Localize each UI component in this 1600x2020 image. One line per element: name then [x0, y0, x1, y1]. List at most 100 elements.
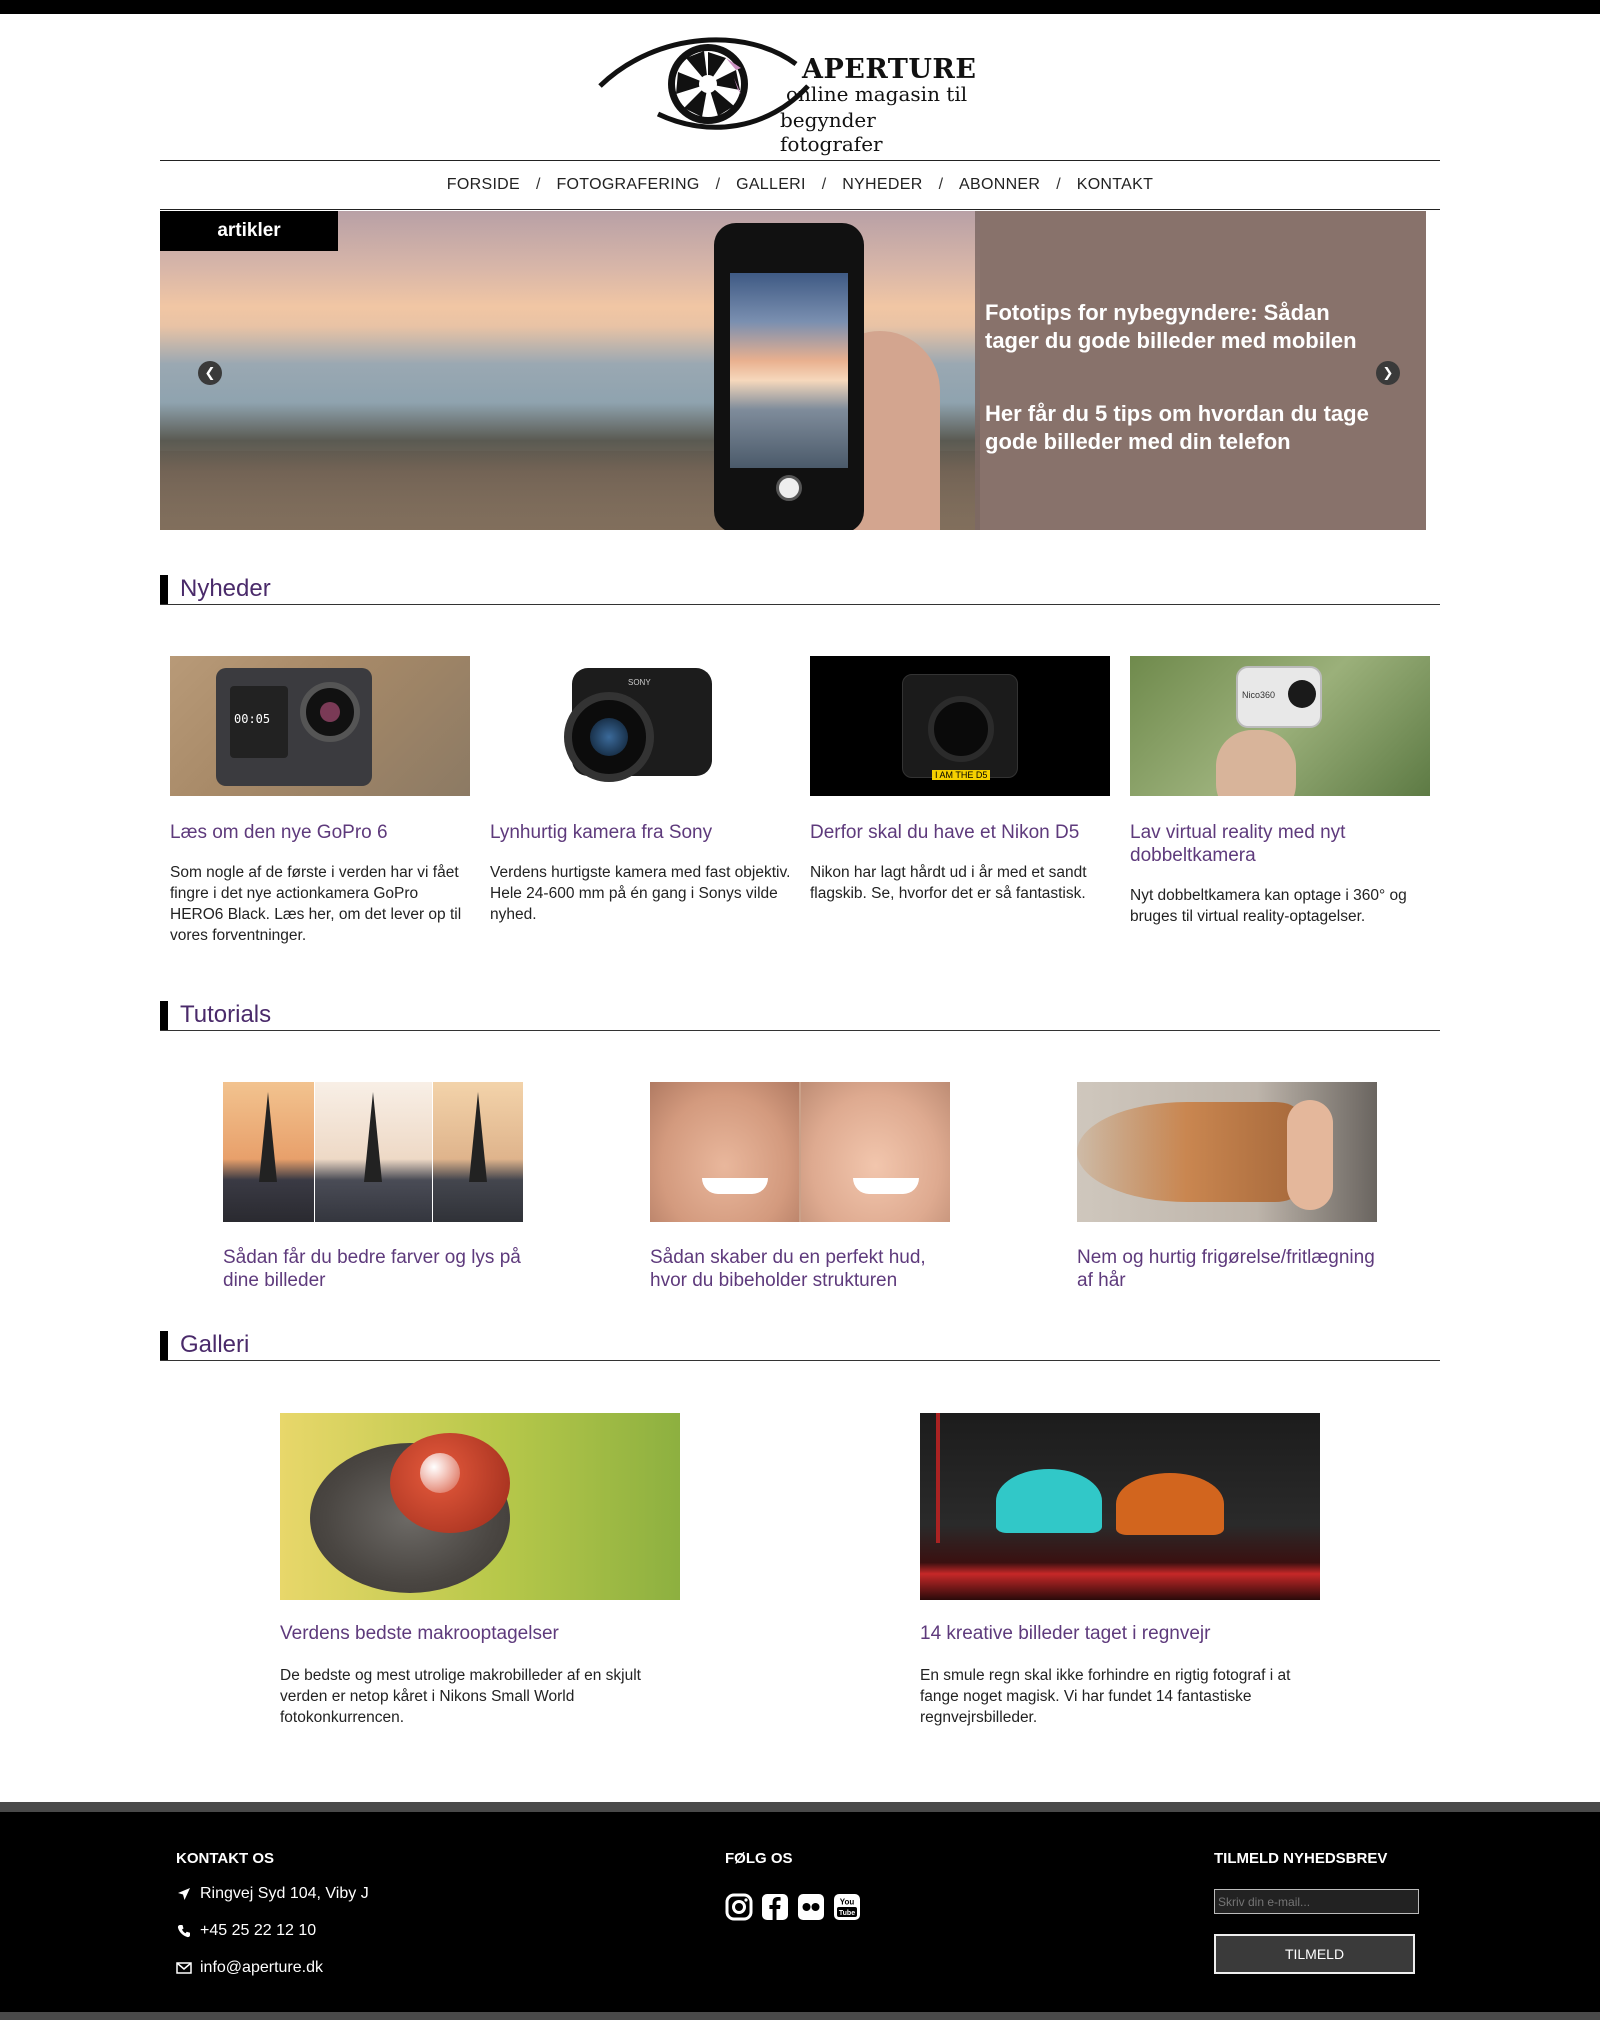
footer-contact-heading: KONTAKT OS — [176, 1850, 275, 1867]
envelope-icon — [176, 1960, 192, 1976]
nav-kontakt[interactable]: KONTAKT — [1077, 176, 1153, 194]
newsletter-subscribe-button[interactable]: TILMELD — [1214, 1934, 1415, 1974]
tutorial-title[interactable]: Sådan får du bedre farver og lys på dine… — [223, 1246, 533, 1292]
nav-separator: / — [536, 176, 541, 193]
gallery-text: De bedste og mest utrolige makrobilleder… — [280, 1667, 641, 1726]
newsletter-email-input[interactable] — [1214, 1889, 1419, 1914]
news-text: Verdens hurtigste kamera med fast objekt… — [490, 864, 791, 923]
section-rule — [160, 604, 1440, 605]
social-links: You Tube — [725, 1893, 861, 1921]
news-image-sony[interactable]: SONY — [490, 656, 790, 796]
nav-separator: / — [715, 176, 721, 193]
gallery-text: En smule regn skal ikke forhindre en rig… — [920, 1667, 1291, 1726]
gallery-title[interactable]: 14 kreative billeder taget i regnvejr — [920, 1622, 1330, 1645]
section-bar — [160, 1001, 168, 1031]
slide-text: Her får du 5 tips om hvordan du tage god… — [985, 401, 1369, 454]
logo-subtitle-1: online magasin til — [786, 82, 968, 106]
phone-icon — [176, 1923, 192, 1939]
section-rule — [160, 1030, 1440, 1031]
footer-follow-heading: FØLG OS — [725, 1850, 793, 1867]
sony-lens-glass — [590, 718, 628, 756]
nav-abonner[interactable]: ABONNER — [959, 176, 1040, 194]
instagram-icon[interactable] — [725, 1893, 753, 1921]
youtube-icon[interactable]: You Tube — [833, 1893, 861, 1921]
tutorial-image-hair[interactable] — [1077, 1082, 1377, 1222]
footer-newsletter-heading: TILMELD NYHEDSBREV — [1214, 1850, 1388, 1867]
footer-phone[interactable]: +45 25 22 12 10 — [176, 1922, 316, 1940]
section-title: Nyheder — [180, 575, 271, 602]
news-title[interactable]: Derfor skal du have et Nikon D5 — [810, 821, 1120, 844]
footer-email-text: info@aperture.dk — [200, 1959, 323, 1976]
section-news-heading: Nyheder — [160, 575, 1440, 605]
slide-phone-screen — [730, 273, 848, 468]
nav-nyheder[interactable]: NYHEDER — [842, 176, 922, 194]
nav-fotografering[interactable]: FOTOGRAFERING — [556, 176, 699, 194]
news-image-vr-camera[interactable]: Nico360 — [1130, 656, 1430, 796]
footer-top-strip — [0, 1802, 1600, 1812]
hair-shape — [1077, 1102, 1297, 1202]
gopro-screen: 00:05 — [230, 686, 288, 758]
location-arrow-icon — [176, 1886, 192, 1902]
facebook-icon[interactable] — [761, 1893, 789, 1921]
footer-phone-text: +45 25 22 12 10 — [200, 1922, 317, 1939]
nikon-lens — [928, 696, 994, 762]
section-tutorials-heading: Tutorials — [160, 1001, 1440, 1031]
vr-camera-badge: Nico360 — [1242, 690, 1276, 700]
news-text: Som nogle af de første i verden har vi f… — [170, 864, 462, 944]
nav-forside[interactable]: FORSIDE — [447, 176, 520, 194]
chevron-left-icon: ❮ — [204, 365, 216, 381]
face-smile-1 — [702, 1178, 768, 1194]
tutorial-title[interactable]: Nem og hurtig frigørelse/fritlægning af … — [1077, 1246, 1387, 1292]
hair-model-face — [1287, 1100, 1333, 1210]
face-smile-2 — [853, 1178, 919, 1194]
gallery-title[interactable]: Verdens bedste makrooptagelser — [280, 1622, 690, 1645]
gopro-lens-glass — [320, 702, 340, 722]
umbrella-cyan — [996, 1469, 1102, 1533]
slide-phone-shutter — [776, 475, 802, 501]
nav-galleri[interactable]: GALLERI — [736, 176, 806, 194]
news-image-gopro[interactable]: 00:05 — [170, 656, 470, 796]
slide-category-tag: artikler — [160, 211, 338, 251]
gopro-lens — [300, 682, 360, 742]
section-gallery-heading: Galleri — [160, 1331, 1440, 1361]
gallery-image-rain[interactable] — [920, 1413, 1320, 1600]
news-text: Nikon har lagt hårdt ud i år med et sand… — [810, 864, 1087, 902]
slider-next-button[interactable]: ❯ — [1376, 361, 1400, 385]
gallery-image-macro[interactable] — [280, 1413, 680, 1600]
news-title[interactable]: Læs om den nye GoPro 6 — [170, 821, 480, 844]
vr-camera-body: Nico360 — [1236, 666, 1322, 728]
news-title[interactable]: Lynhurtig kamera fra Sony — [490, 821, 800, 844]
footer-address-text: Ringvej Syd 104, Viby J — [200, 1885, 369, 1902]
site-logo[interactable]: APERTURE online magasin til begynder fot… — [598, 34, 978, 156]
tutorial-title[interactable]: Sådan skaber du en perfekt hud, hvor du … — [650, 1246, 960, 1292]
tutorial-image-colors[interactable] — [223, 1082, 523, 1222]
flickr-icon[interactable] — [797, 1893, 825, 1921]
slide-title[interactable]: Fototips for nybegyndere: Sådan tager du… — [985, 299, 1385, 355]
logo-title: APERTURE — [802, 54, 977, 85]
section-title: Tutorials — [180, 1001, 272, 1028]
section-bar — [160, 1331, 168, 1361]
news-text: Nyt dobbeltkamera kan optage i 360° og b… — [1130, 887, 1407, 925]
sony-badge: SONY — [628, 678, 651, 687]
article-slider[interactable]: Fototips for nybegyndere: Sådan tager du… — [160, 211, 1426, 530]
footer-email[interactable]: info@aperture.dk — [176, 1959, 323, 1977]
face-after — [801, 1082, 950, 1222]
footer-bottom-strip — [0, 2012, 1600, 2020]
nav-bottom-rule — [160, 209, 1440, 210]
youtube-icon-you: You — [840, 1898, 855, 1907]
logo-subtitle-2: begynder fotografer — [780, 108, 883, 156]
vr-hand — [1216, 730, 1296, 796]
tutorial-image-skin[interactable] — [650, 1082, 950, 1222]
gopro-display-badge: 00:05 — [234, 712, 271, 726]
red-rail — [936, 1413, 940, 1543]
youtube-icon-tube: Tube — [839, 1910, 855, 1917]
face-before — [650, 1082, 799, 1222]
footer-address: Ringvej Syd 104, Viby J — [176, 1885, 369, 1903]
slider-prev-button[interactable]: ❮ — [198, 361, 222, 385]
news-title[interactable]: Lav virtual reality med nyt dobbeltkamer… — [1130, 821, 1430, 867]
news-image-nikon[interactable]: I AM THE D5 — [810, 656, 1110, 796]
slide-phone — [714, 223, 864, 530]
eiffel-tower-icon — [259, 1092, 487, 1182]
nav-separator: / — [821, 176, 827, 193]
main-nav: FORSIDE / FOTOGRAFERING / GALLERI / NYHE… — [160, 161, 1440, 209]
